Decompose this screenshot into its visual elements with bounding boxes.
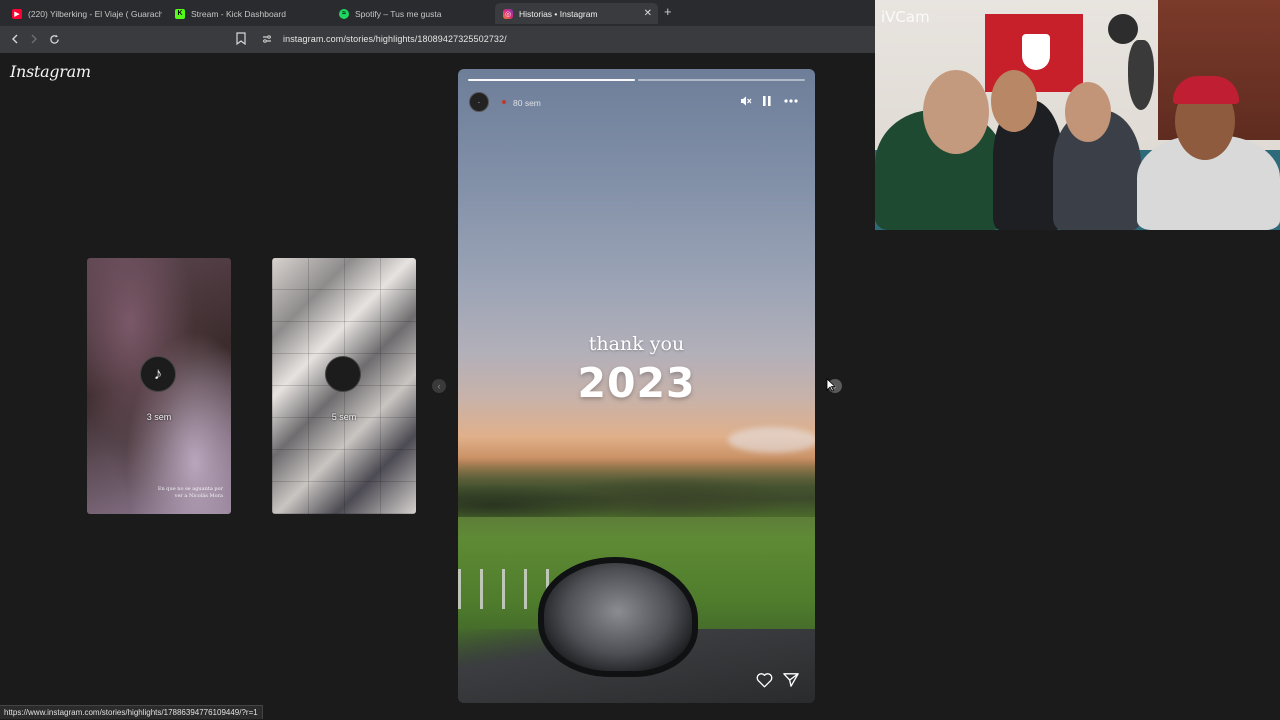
live-dot-icon [502,100,506,104]
story-image-treeline [458,457,815,517]
preview-time: 5 sem [331,412,357,422]
tab-kick[interactable]: K Stream - Kick Dashboard [167,3,327,24]
webcam-watermark: iVCam [881,8,930,26]
pause-button[interactable] [762,95,772,109]
webcam-person-3-head [1065,82,1111,142]
close-tab-icon[interactable]: ✕ [644,8,652,19]
instagram-stories-page: Instagram ♪ 3 sem En que no se aguanta p… [0,53,875,720]
preview-caption: En que no se aguanta por ver a Nicolás M… [157,486,223,499]
reload-icon [49,34,59,44]
chevron-left-icon: ‹ [437,381,441,391]
tab-label: Stream - Kick Dashboard [191,8,286,19]
story-text-thank-you: thank you [588,333,685,355]
instagram-icon: ◎ [503,8,513,19]
instagram-logo[interactable]: Instagram [10,62,91,81]
muted-speaker-icon [741,96,752,106]
chevron-left-icon [12,34,18,44]
webcam-overlay: iVCam [875,0,1280,230]
webcam-flag-crest [1022,34,1050,70]
story-text-year: 2023 [577,359,696,407]
preview-time: 3 sem [146,412,172,422]
chevron-right-icon [31,34,37,44]
heart-icon[interactable] [756,672,773,688]
tab-youtube[interactable]: ▶ (220) Yilberking - El Viaje ( Guaracha [4,3,162,24]
more-icon [784,99,798,103]
background-fill [875,230,1280,720]
music-note-icon: ♪ [140,356,176,392]
story-timestamp: 80 sem [513,98,541,108]
avatar [325,356,361,392]
address-bar-row: instagram.com/stories/highlights/1808942… [0,26,875,53]
tab-label: Historias • Instagram [519,8,598,19]
story-preview-previous-1[interactable]: 5 sem [272,258,416,514]
active-story[interactable]: · 80 sem thank you 2023 [458,69,815,703]
youtube-icon: ▶ [12,8,22,19]
webcam-person-1-head [923,70,989,154]
story-image-side-mirror [538,557,698,677]
mute-button[interactable] [740,95,752,109]
story-progress-segment [638,79,805,81]
reload-button[interactable] [47,32,61,46]
story-progress-bar [468,79,805,81]
more-options-button[interactable] [784,93,798,105]
bookmark-icon[interactable] [236,32,246,45]
new-tab-button[interactable]: + [664,4,672,19]
story-progress-segment [468,79,635,81]
forward-button[interactable] [27,32,41,46]
tab-label: (220) Yilberking - El Viaje ( Guaracha [28,8,162,19]
back-button[interactable] [8,32,22,46]
story-preview-previous-2[interactable]: ♪ 3 sem En que no se aguanta por ver a N… [87,258,231,514]
mouse-cursor-icon [826,378,836,392]
story-image-cloud [728,427,815,453]
previous-story-button[interactable]: ‹ [432,379,446,393]
tab-spotify[interactable]: ≈ Spotify – Tus me gusta [331,3,491,24]
tab-label: Spotify – Tus me gusta [355,8,442,19]
tab-instagram[interactable]: ◎ Historias • Instagram ✕ [495,3,658,24]
link-status-bar: https://www.instagram.com/stories/highli… [0,705,263,719]
tab-bar: ▶ (220) Yilberking - El Viaje ( Guaracha… [0,0,875,26]
webcam-person-4-cap [1173,76,1239,104]
webcam-wall-hat [1108,14,1138,44]
avatar[interactable]: · [469,92,489,112]
webcam-guitar [1128,40,1154,110]
send-icon[interactable] [783,672,799,688]
spotify-icon: ≈ [339,8,349,19]
webcam-person-2-head [991,70,1037,132]
url-field[interactable]: instagram.com/stories/highlights/1808942… [283,34,507,44]
pause-icon [763,96,771,106]
site-info-icon[interactable] [262,34,272,44]
kick-icon: K [175,8,185,19]
